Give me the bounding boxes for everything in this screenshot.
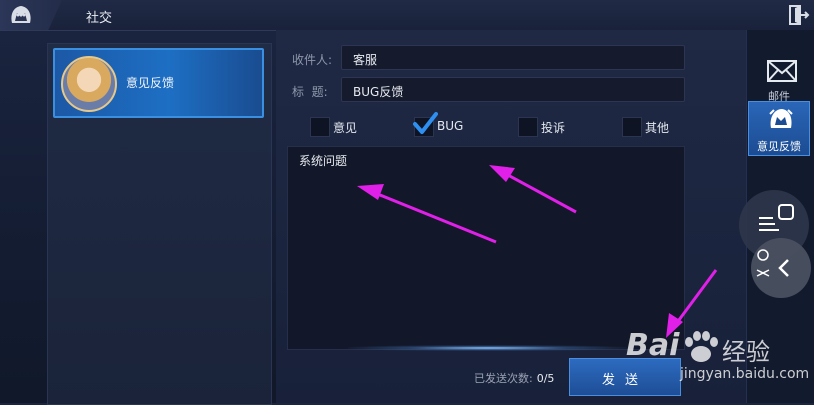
subject-field[interactable]: BUG反馈 [341,77,685,102]
page-title: 社交 [86,11,113,26]
paw-icon [685,331,718,362]
recipient-field[interactable]: 客服 [341,45,685,70]
checkmark-icon [413,112,438,134]
tab-feedback-label: 意见反馈 [757,140,801,153]
send-count-label: 已发送次数: [474,372,533,385]
send-count: 已发送次数: 0/5 [474,370,554,386]
watermark-url: jingyan.baidu.com [680,366,810,382]
avatar [61,56,117,112]
mail-icon [767,60,797,82]
watermark: Bai 经验 jingyan.baidu.com [622,328,812,392]
exit-icon[interactable] [788,5,810,25]
subject-value: BUG反馈 [353,85,404,99]
hero-head-icon [11,6,31,23]
watermark-brand: Bai [626,328,680,363]
contact-list: 意见反馈 [47,43,272,405]
message-textarea[interactable]: 系统问题 [287,146,685,351]
list-icon [759,204,794,231]
bug-label: BUG [437,119,464,133]
watermark-brand-cn: 经验 [722,338,770,366]
feedback-icon [769,109,793,128]
tools-icon [756,249,770,277]
recipient-label: 收件人: [292,53,333,67]
floating-collapse-button[interactable] [751,238,811,298]
opinion-label: 意见 [333,121,358,135]
contact-item-feedback[interactable]: 意见反馈 [53,48,264,118]
complaint-label: 投诉 [541,121,566,135]
complaint-checkbox[interactable] [518,117,538,137]
top-bar: 社交 [0,0,814,31]
tab-feedback[interactable]: 意见反馈 [748,101,810,156]
message-glow [348,345,628,351]
other-label: 其他 [645,121,670,135]
other-checkbox[interactable] [622,117,642,137]
message-text: 系统问题 [299,154,348,168]
chevron-left-icon [778,259,789,277]
send-count-value: 0/5 [536,372,555,385]
back-button[interactable] [0,0,62,30]
opinion-checkbox[interactable] [310,117,330,137]
recipient-value: 客服 [353,53,378,67]
tab-mail[interactable]: 邮件 [748,52,810,108]
subject-label: 标 题: [292,85,328,99]
contact-name: 意见反馈 [126,76,175,90]
